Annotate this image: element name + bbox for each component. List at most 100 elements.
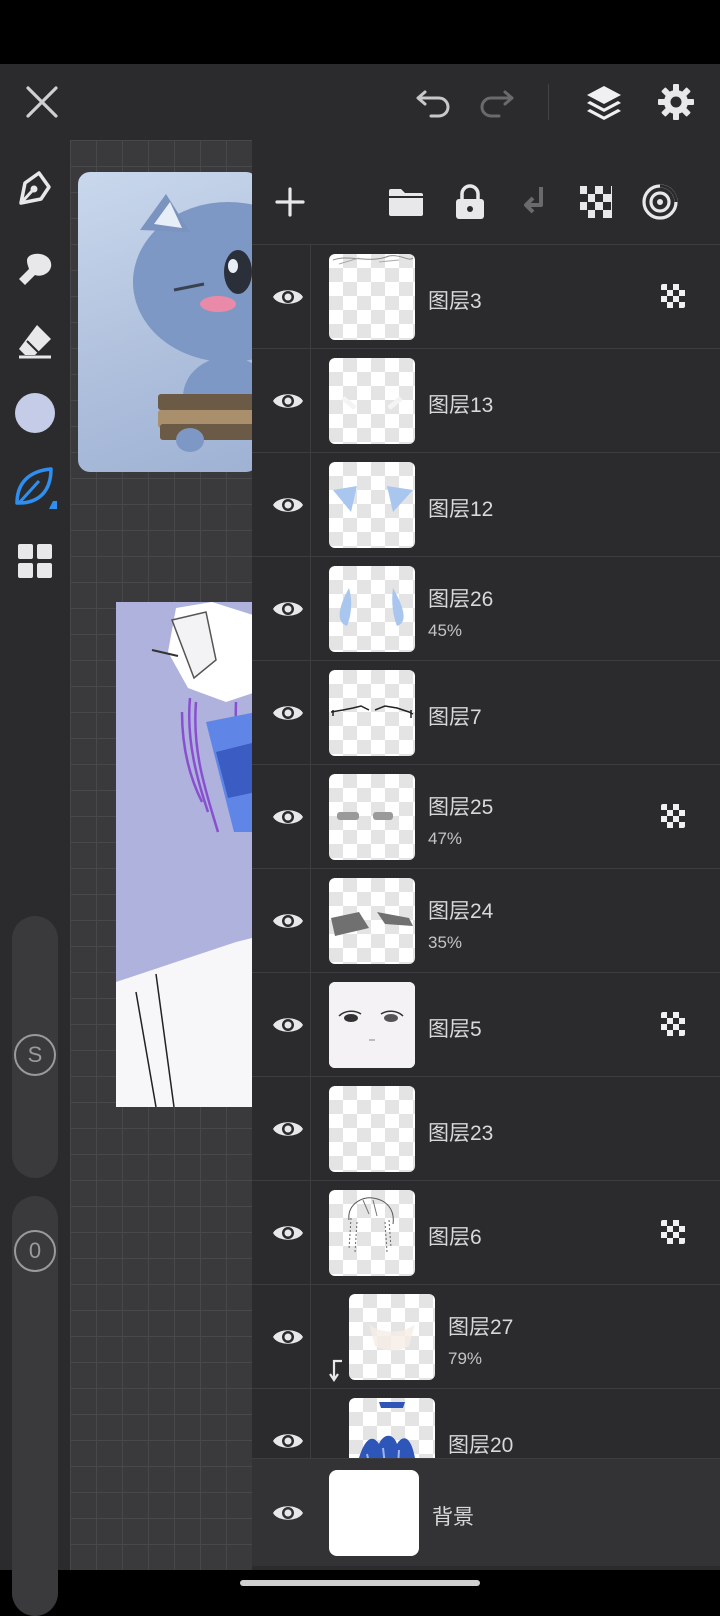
lock-layer-button[interactable] — [442, 174, 498, 230]
layer-row[interactable]: 图层7 — [252, 660, 720, 765]
status-bar — [0, 0, 720, 64]
row-separator — [310, 557, 311, 661]
reference-character-illustration — [133, 194, 258, 452]
layer-row[interactable]: 图层26 45% — [252, 556, 720, 661]
visibility-toggle[interactable] — [266, 795, 310, 839]
row-separator — [310, 245, 311, 349]
layer-name: 图层27 — [448, 1316, 514, 1339]
layer-thumbnail — [329, 462, 415, 548]
drawing-canvas[interactable] — [116, 602, 256, 1107]
visibility-toggle[interactable] — [266, 587, 310, 631]
layer-row[interactable]: 图层12 — [252, 452, 720, 557]
alpha-lock-indicator-icon — [661, 804, 685, 828]
brush-size-slider[interactable]: S — [12, 916, 58, 1178]
layer-thumbnail — [349, 1294, 435, 1380]
eye-icon — [273, 1330, 303, 1344]
blend-mode-button[interactable] — [632, 174, 688, 230]
visibility-toggle[interactable] — [266, 1003, 310, 1047]
visibility-toggle[interactable] — [266, 1419, 310, 1463]
layer-row[interactable]: 图层6 — [252, 1180, 720, 1285]
row-separator — [310, 1181, 311, 1285]
layer-thumbnail — [329, 670, 415, 756]
row-separator — [310, 1285, 311, 1389]
reference-image[interactable] — [78, 172, 258, 472]
layer-name: 图层24 — [428, 900, 494, 923]
layer-name: 图层5 — [428, 1018, 482, 1041]
add-layer-button[interactable] — [262, 174, 318, 230]
eye-icon — [273, 602, 303, 616]
alpha-checker-icon — [580, 186, 612, 218]
layer-row[interactable]: 图层23 — [252, 1076, 720, 1181]
layer-opacity: 79% — [448, 1349, 483, 1368]
blend-mode-icon — [642, 184, 678, 220]
color-picker-button[interactable] — [10, 388, 60, 438]
alpha-lock-button[interactable] — [568, 174, 624, 230]
layer-name: 图层3 — [428, 290, 482, 313]
visibility-toggle[interactable] — [266, 691, 310, 735]
visibility-toggle[interactable] — [266, 275, 310, 319]
visibility-toggle[interactable] — [266, 899, 310, 943]
row-separator — [310, 765, 311, 869]
layer-panel-toolbar — [252, 168, 720, 236]
layer-thumbnail — [329, 254, 415, 340]
settings-icon — [658, 84, 694, 120]
layer-row[interactable]: 图层24 35% — [252, 868, 720, 973]
visibility-toggle[interactable] — [266, 1315, 310, 1359]
layer-row[interactable]: 图层27 79% — [252, 1284, 720, 1389]
layer-list: 图层3 图层13 图层12 图层26 45% 图层7 图层25 47% 图层24… — [252, 244, 720, 1596]
merge-down-button[interactable] — [506, 174, 562, 230]
layer-name: 图层13 — [428, 394, 494, 417]
visibility-toggle[interactable] — [266, 483, 310, 527]
close-button[interactable] — [18, 78, 66, 126]
left-toolbar: S 0 — [0, 140, 70, 1616]
size-slider-knob[interactable]: S — [14, 1034, 56, 1076]
home-indicator[interactable] — [240, 1580, 480, 1586]
merge-down-icon — [524, 187, 543, 214]
smudge-tool-button[interactable] — [10, 244, 60, 294]
layer-name: 图层25 — [428, 796, 494, 819]
eye-icon — [273, 1018, 303, 1032]
settings-button[interactable] — [650, 76, 702, 128]
layer-opacity: 45% — [428, 621, 463, 640]
layer-name: 图层7 — [428, 706, 482, 729]
layer-thumbnail — [329, 1190, 415, 1276]
brush-opacity-slider[interactable]: 0 — [12, 1196, 58, 1616]
visibility-toggle[interactable] — [266, 1107, 310, 1151]
layer-name: 图层6 — [428, 1226, 482, 1249]
visibility-toggle[interactable] — [266, 379, 310, 423]
layer-row[interactable]: 图层13 — [252, 348, 720, 453]
new-folder-button[interactable] — [378, 174, 434, 230]
smudge-icon — [19, 253, 52, 285]
alpha-lock-indicator-icon — [661, 1012, 685, 1036]
layers-button[interactable] — [578, 76, 630, 128]
layer-name: 图层12 — [428, 498, 494, 521]
pen-tool-button[interactable] — [10, 164, 60, 214]
visibility-toggle[interactable] — [266, 1211, 310, 1255]
alpha-lock-indicator-icon — [661, 1220, 685, 1244]
eye-icon — [273, 810, 303, 824]
top-toolbar — [0, 64, 720, 140]
quick-menu-button[interactable] — [10, 536, 60, 586]
redo-icon — [480, 90, 514, 118]
row-separator — [310, 973, 311, 1077]
background-layer-row[interactable]: 背景 — [252, 1458, 720, 1566]
layer-row[interactable]: 图层25 47% — [252, 764, 720, 869]
eye-icon — [273, 706, 303, 720]
eraser-tool-button[interactable] — [10, 316, 60, 366]
clipping-mask-arrow-icon — [329, 1359, 342, 1382]
layer-thumbnail — [329, 982, 415, 1068]
layer-row[interactable]: 图层5 — [252, 972, 720, 1077]
brush-tool-button[interactable] — [10, 462, 60, 512]
eye-icon — [273, 290, 303, 304]
layer-thumbnail — [329, 358, 415, 444]
folder-icon — [389, 189, 423, 216]
eye-icon — [273, 1506, 303, 1520]
layer-thumbnail — [329, 878, 415, 964]
redo-button[interactable] — [472, 78, 520, 126]
layer-row[interactable]: 图层3 — [252, 244, 720, 349]
undo-button[interactable] — [410, 78, 458, 126]
alpha-lock-indicator-icon — [661, 284, 685, 308]
layer-name: 图层23 — [428, 1122, 494, 1145]
visibility-toggle[interactable] — [266, 1491, 310, 1535]
opacity-slider-knob[interactable]: 0 — [14, 1230, 56, 1272]
